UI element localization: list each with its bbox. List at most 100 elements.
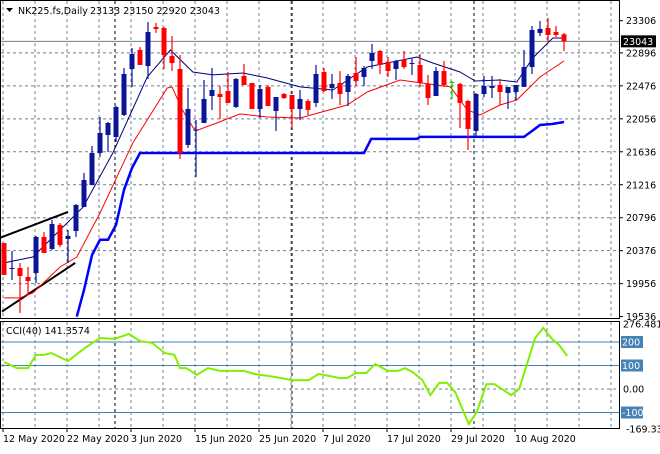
candle[interactable] bbox=[354, 57, 359, 86]
price-panel[interactable] bbox=[0, 18, 619, 317]
candle[interactable] bbox=[178, 55, 183, 159]
y-tick-label: 20796 bbox=[626, 213, 656, 224]
candle[interactable] bbox=[386, 57, 391, 77]
candle[interactable] bbox=[34, 236, 39, 283]
candle-body bbox=[178, 69, 183, 153]
candle[interactable] bbox=[474, 93, 479, 137]
y-tick-label: 21216 bbox=[626, 180, 656, 191]
candle[interactable] bbox=[106, 122, 111, 152]
candle[interactable] bbox=[490, 76, 495, 98]
candle[interactable] bbox=[482, 76, 487, 97]
candle[interactable] bbox=[26, 267, 31, 295]
cci-tick-label: 200 bbox=[622, 338, 640, 349]
candle[interactable] bbox=[410, 58, 415, 75]
candle-body bbox=[242, 76, 247, 85]
candle[interactable] bbox=[138, 47, 143, 65]
candle-body bbox=[554, 32, 559, 35]
candle[interactable] bbox=[42, 232, 47, 253]
candle[interactable] bbox=[58, 223, 63, 247]
candle[interactable] bbox=[314, 65, 319, 107]
fast-moving-average bbox=[4, 38, 564, 263]
candle[interactable] bbox=[562, 33, 567, 51]
candle[interactable] bbox=[346, 74, 351, 106]
candle[interactable] bbox=[250, 83, 255, 109]
candle-body bbox=[250, 83, 255, 109]
candle[interactable] bbox=[50, 220, 55, 250]
candle[interactable] bbox=[434, 67, 439, 96]
candle[interactable] bbox=[226, 72, 231, 103]
candle-body bbox=[66, 236, 71, 239]
candle[interactable] bbox=[330, 74, 335, 99]
stop-line bbox=[77, 122, 564, 317]
candle[interactable] bbox=[154, 23, 159, 33]
candle-body bbox=[458, 84, 463, 103]
candle[interactable] bbox=[458, 83, 463, 128]
x-tick-label: 3 Jun 2020 bbox=[131, 434, 182, 445]
candle[interactable] bbox=[98, 117, 103, 157]
candle[interactable] bbox=[202, 80, 207, 123]
candle-body bbox=[314, 74, 319, 103]
candle-body bbox=[202, 99, 207, 123]
x-tick-label: 7 Jul 2020 bbox=[323, 434, 371, 445]
y-tick-label: 22476 bbox=[626, 81, 656, 92]
candle[interactable] bbox=[554, 26, 559, 37]
candle[interactable] bbox=[130, 48, 135, 87]
candle-body bbox=[290, 95, 295, 109]
candle[interactable] bbox=[466, 100, 471, 150]
candle[interactable] bbox=[538, 21, 543, 36]
candle[interactable] bbox=[450, 81, 455, 99]
candle[interactable] bbox=[322, 68, 327, 92]
candle[interactable] bbox=[530, 26, 535, 74]
candle[interactable] bbox=[74, 204, 79, 237]
candle[interactable] bbox=[402, 51, 407, 69]
candle[interactable] bbox=[82, 173, 87, 207]
current-price-label: 23043 bbox=[623, 37, 653, 48]
trading-chart[interactable]: 2330622896224762205621636212162079620376… bbox=[0, 0, 660, 450]
candle[interactable] bbox=[10, 251, 15, 280]
candle[interactable] bbox=[234, 78, 239, 108]
candle[interactable] bbox=[442, 61, 447, 87]
triangle-down-icon[interactable] bbox=[6, 8, 13, 12]
candle[interactable] bbox=[242, 64, 247, 85]
candle-body bbox=[346, 76, 351, 92]
candle-body bbox=[42, 237, 47, 253]
candle[interactable] bbox=[394, 60, 399, 80]
candle[interactable] bbox=[546, 18, 551, 42]
candle[interactable] bbox=[18, 263, 23, 313]
candle-body bbox=[514, 85, 519, 92]
candle[interactable] bbox=[498, 79, 503, 105]
candle[interactable] bbox=[378, 50, 383, 74]
candle-body bbox=[266, 87, 271, 106]
candle[interactable] bbox=[298, 90, 303, 120]
candle[interactable] bbox=[362, 66, 367, 86]
candle[interactable] bbox=[218, 86, 223, 119]
candle[interactable] bbox=[266, 85, 271, 106]
candle[interactable] bbox=[282, 93, 287, 99]
y-tick-label: 23306 bbox=[626, 16, 656, 27]
candle-body bbox=[10, 268, 15, 269]
candle[interactable] bbox=[186, 88, 191, 148]
candle[interactable] bbox=[66, 230, 71, 263]
candle[interactable] bbox=[522, 50, 527, 87]
cci-panel[interactable] bbox=[1, 328, 619, 424]
candle[interactable] bbox=[290, 95, 295, 128]
candle[interactable] bbox=[506, 87, 511, 109]
candle-body bbox=[26, 277, 31, 281]
candle[interactable] bbox=[162, 27, 167, 69]
candle[interactable] bbox=[258, 85, 263, 118]
candle[interactable] bbox=[338, 71, 343, 105]
candle[interactable] bbox=[122, 68, 127, 116]
candle[interactable] bbox=[2, 243, 7, 275]
candle[interactable] bbox=[274, 97, 279, 131]
cci-tick-label: 0.00 bbox=[623, 385, 644, 396]
candle[interactable] bbox=[146, 22, 151, 79]
candle-body bbox=[282, 94, 287, 98]
candle[interactable] bbox=[426, 75, 431, 105]
x-tick-label: 17 Jul 2020 bbox=[387, 434, 441, 445]
candle-body bbox=[122, 74, 127, 115]
candle[interactable] bbox=[114, 106, 119, 142]
x-tick-label: 10 Aug 2020 bbox=[515, 434, 576, 445]
candle[interactable] bbox=[514, 85, 519, 100]
candle[interactable] bbox=[306, 99, 311, 115]
candle-body bbox=[522, 67, 527, 87]
